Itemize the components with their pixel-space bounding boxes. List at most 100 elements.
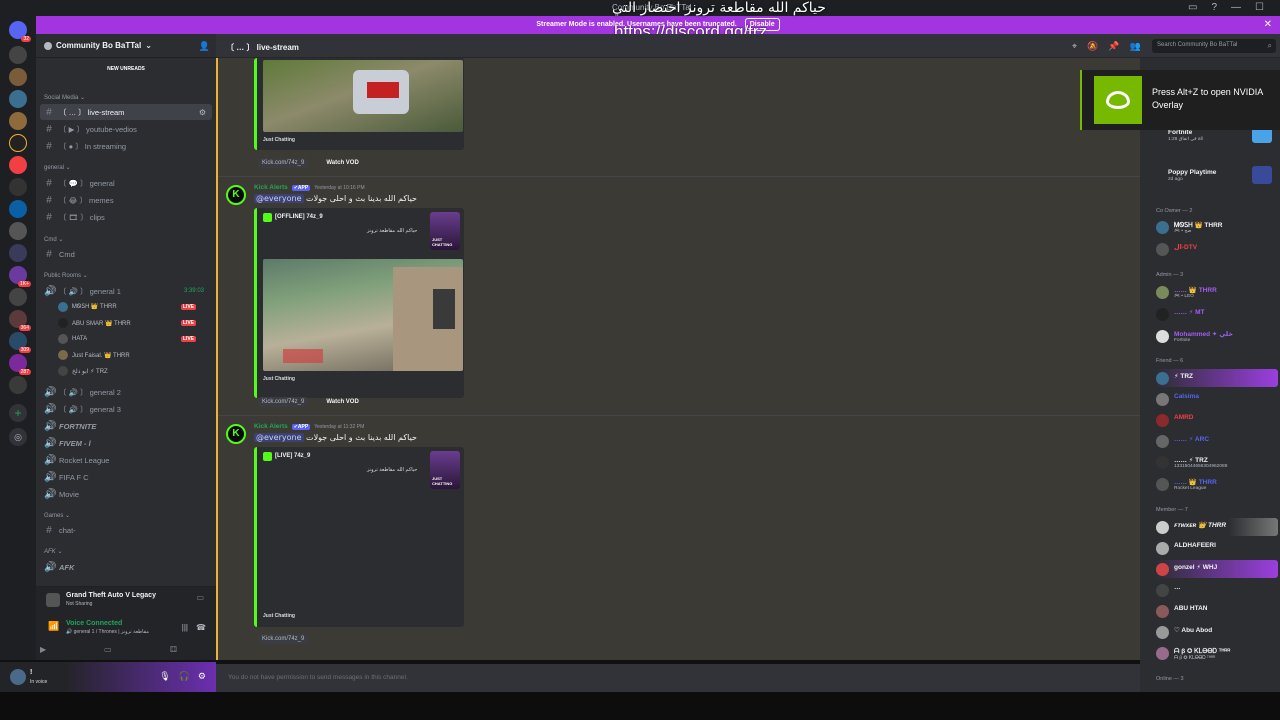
server-icon[interactable] <box>9 222 27 240</box>
discover-icon[interactable]: ◎ <box>9 428 27 446</box>
home-icon[interactable]: 32 <box>9 21 31 42</box>
member-item[interactable]: Calsima <box>1154 390 1278 408</box>
voice-user[interactable]: Just Faisal. 👑 THRR <box>58 348 208 362</box>
voice-user[interactable]: HATA LIVE <box>58 332 208 346</box>
voice-channel-general1[interactable]: 🔊 〔 🔊 〕 general 1 3:39:03 <box>40 283 212 299</box>
everyone-mention[interactable]: @everyone <box>254 433 304 442</box>
server-icon[interactable] <box>9 112 27 130</box>
mute-mic-icon[interactable]: 🎙 <box>159 671 170 682</box>
members-icon[interactable]: 👥 <box>1130 41 1141 52</box>
kick-link-button[interactable]: Kick.com/74z_9 <box>258 634 309 644</box>
server-icon[interactable] <box>9 200 27 218</box>
voice-channel-general2[interactable]: 🔊 〔 🔊 〕 general 2 <box>40 384 212 400</box>
screen-share-icon[interactable]: ▭ <box>196 593 204 602</box>
member-activity[interactable]: Poppy Playtime 2d ago <box>1154 166 1278 184</box>
server-icon[interactable] <box>9 288 27 306</box>
watch-vod-button[interactable]: Watch VOD <box>322 158 362 168</box>
member-item[interactable]: …… ⚡ TRZ 13315044656304962088 <box>1154 453 1278 471</box>
disconnect-icon[interactable]: ☎ <box>196 623 206 632</box>
member-item[interactable]: …… 👑 THRR 🎮 • LEO <box>1154 283 1278 301</box>
server-icon[interactable]: 287 <box>9 354 31 375</box>
gear-icon[interactable]: ⚙ <box>199 108 206 117</box>
voice-channel-afk[interactable]: 🔊 AFK <box>40 559 212 575</box>
voice-channel-rocket-league[interactable]: 🔊 Rocket League <box>40 452 212 468</box>
voice-user[interactable]: ABU SMAR 👑 THRR LIVE <box>58 316 208 330</box>
minimize-icon[interactable]: — <box>1231 2 1241 13</box>
add-server-icon[interactable]: + <box>9 404 27 422</box>
author-name[interactable]: Kick Alerts <box>254 184 288 191</box>
camera-icon[interactable]: ▶ <box>40 645 46 654</box>
member-item[interactable]: ALDHAFEERI <box>1154 539 1278 557</box>
category-social-media[interactable]: Social Media ⌄ <box>44 94 85 101</box>
voice-user[interactable]: ابو دلخ ⚡ TRZ <box>58 364 208 378</box>
member-item[interactable]: gonzel ⚡ WHJ <box>1154 560 1278 578</box>
server-icon[interactable]: 1K+ <box>9 266 31 287</box>
embed-title[interactable]: [OFFLINE] 74z_9 <box>275 214 323 220</box>
search-input[interactable]: Search Community Bo BaTTal ⌕ <box>1152 39 1276 53</box>
activity-icon[interactable]: ⚃ <box>170 645 177 654</box>
server-icon[interactable] <box>9 90 27 108</box>
voice-channel-fifa[interactable]: 🔊 FIFA F C <box>40 469 212 485</box>
maximize-icon[interactable]: ☐ <box>1255 2 1264 13</box>
screen-icon[interactable]: ▭ <box>104 645 112 654</box>
everyone-mention[interactable]: @everyone <box>254 194 304 203</box>
voice-channel-movie[interactable]: 🔊 Movie <box>40 486 212 502</box>
channel-clips[interactable]: # 〔 🎞 〕 clips <box>40 209 212 225</box>
category-afk[interactable]: AFK ⌄ <box>44 548 62 555</box>
help-icon[interactable]: ? <box>1211 2 1217 13</box>
kick-link-button[interactable]: Kick.com/74z_9 <box>258 397 309 407</box>
category-cmd[interactable]: Cmd ⌄ <box>44 236 63 243</box>
channel-cmd[interactable]: # Cmd <box>40 246 212 262</box>
channel-live-stream[interactable]: # 〔 … 〕 live-stream ⚙ <box>40 104 212 120</box>
server-icon[interactable] <box>9 244 27 262</box>
server-icon[interactable]: 364 <box>9 310 31 331</box>
member-item[interactable]: ᎷᏫᏚᎻ 👑 THRR 🎮 • صح <box>1154 218 1278 236</box>
member-item[interactable]: … <box>1154 581 1278 599</box>
server-icon[interactable]: 309 <box>9 332 31 353</box>
category-general[interactable]: general ⌄ <box>44 164 71 171</box>
channel-chat[interactable]: # chat- <box>40 522 212 538</box>
category-public-rooms[interactable]: Public Rooms ⌄ <box>44 272 88 279</box>
server-icon[interactable] <box>9 68 27 86</box>
kick-bot-avatar[interactable]: K <box>226 424 246 444</box>
voice-channel-fortnite[interactable]: 🔊 FORTNITE <box>40 418 212 434</box>
member-item[interactable]: ABU HTAN <box>1154 602 1278 620</box>
new-unreads-pill[interactable]: NEW UNREADS <box>40 64 212 74</box>
invite-icon[interactable]: 👤 <box>199 41 210 52</box>
member-item[interactable]: …… 👑 THRR Rocket League <box>1154 475 1278 493</box>
avatar[interactable] <box>10 669 26 685</box>
member-item[interactable]: AMRD <box>1154 411 1278 429</box>
server-icon[interactable] <box>9 376 27 394</box>
kick-bot-avatar[interactable]: K <box>226 185 246 205</box>
pin-icon[interactable]: 📌 <box>1108 41 1119 52</box>
stream-preview-image[interactable] <box>263 259 463 371</box>
voice-channel-name[interactable]: 🔊 general 1 / Thrones | مقاطعة ترونز <box>66 629 149 635</box>
username[interactable]: ! <box>30 669 32 676</box>
member-item[interactable]: …… ⚡ MT <box>1154 305 1278 323</box>
server-header[interactable]: Community Bo BaTTal ⌄ 👤 <box>36 34 216 58</box>
server-icon[interactable] <box>9 134 27 152</box>
member-item[interactable]: ♡ Abu Abod <box>1154 623 1278 641</box>
member-item[interactable]: ال-DTV <box>1154 240 1278 258</box>
member-item[interactable]: ꜰᴛᴡxᴇʀ 👑 THRR <box>1154 518 1278 536</box>
embed-title[interactable]: [LIVE] 74z_9 <box>275 453 310 459</box>
member-item[interactable]: ⚡ TRZ <box>1154 369 1278 387</box>
bell-icon[interactable]: 🔕 <box>1087 41 1098 52</box>
channel-memes[interactable]: # 〔 😂 〕 memes <box>40 192 212 208</box>
voice-channel-fivem[interactable]: 🔊 FIVEM - l <box>40 435 212 451</box>
author-name[interactable]: Kick Alerts <box>254 423 288 430</box>
inbox-icon[interactable]: ▭ <box>1188 2 1197 13</box>
gear-icon[interactable]: ⚙ <box>198 671 206 682</box>
stream-preview-image[interactable] <box>263 60 463 132</box>
watch-vod-button[interactable]: Watch VOD <box>322 397 362 407</box>
server-icon[interactable] <box>9 46 27 64</box>
server-icon[interactable] <box>9 178 27 196</box>
threads-icon[interactable]: ⌖ <box>1072 41 1077 52</box>
close-icon[interactable]: ✕ <box>1264 16 1272 34</box>
member-item[interactable]: …… ⚡ ARC <box>1154 432 1278 450</box>
headphones-icon[interactable]: 🎧 <box>179 671 190 682</box>
kick-link-button[interactable]: Kick.com/74z_9 <box>258 158 309 168</box>
server-icon[interactable] <box>9 156 27 174</box>
member-item[interactable]: ᗩ β ✪ ᏦᏞᎾᎾᎠ ᵀᴴᴿᴿ ᗩ β ✪ ᏦᏞᎾᎾᎠ ᵀᴴᴿᴿ <box>1154 644 1278 662</box>
member-item[interactable]: Mohammed ✦ خلي Fortnite <box>1154 327 1278 345</box>
